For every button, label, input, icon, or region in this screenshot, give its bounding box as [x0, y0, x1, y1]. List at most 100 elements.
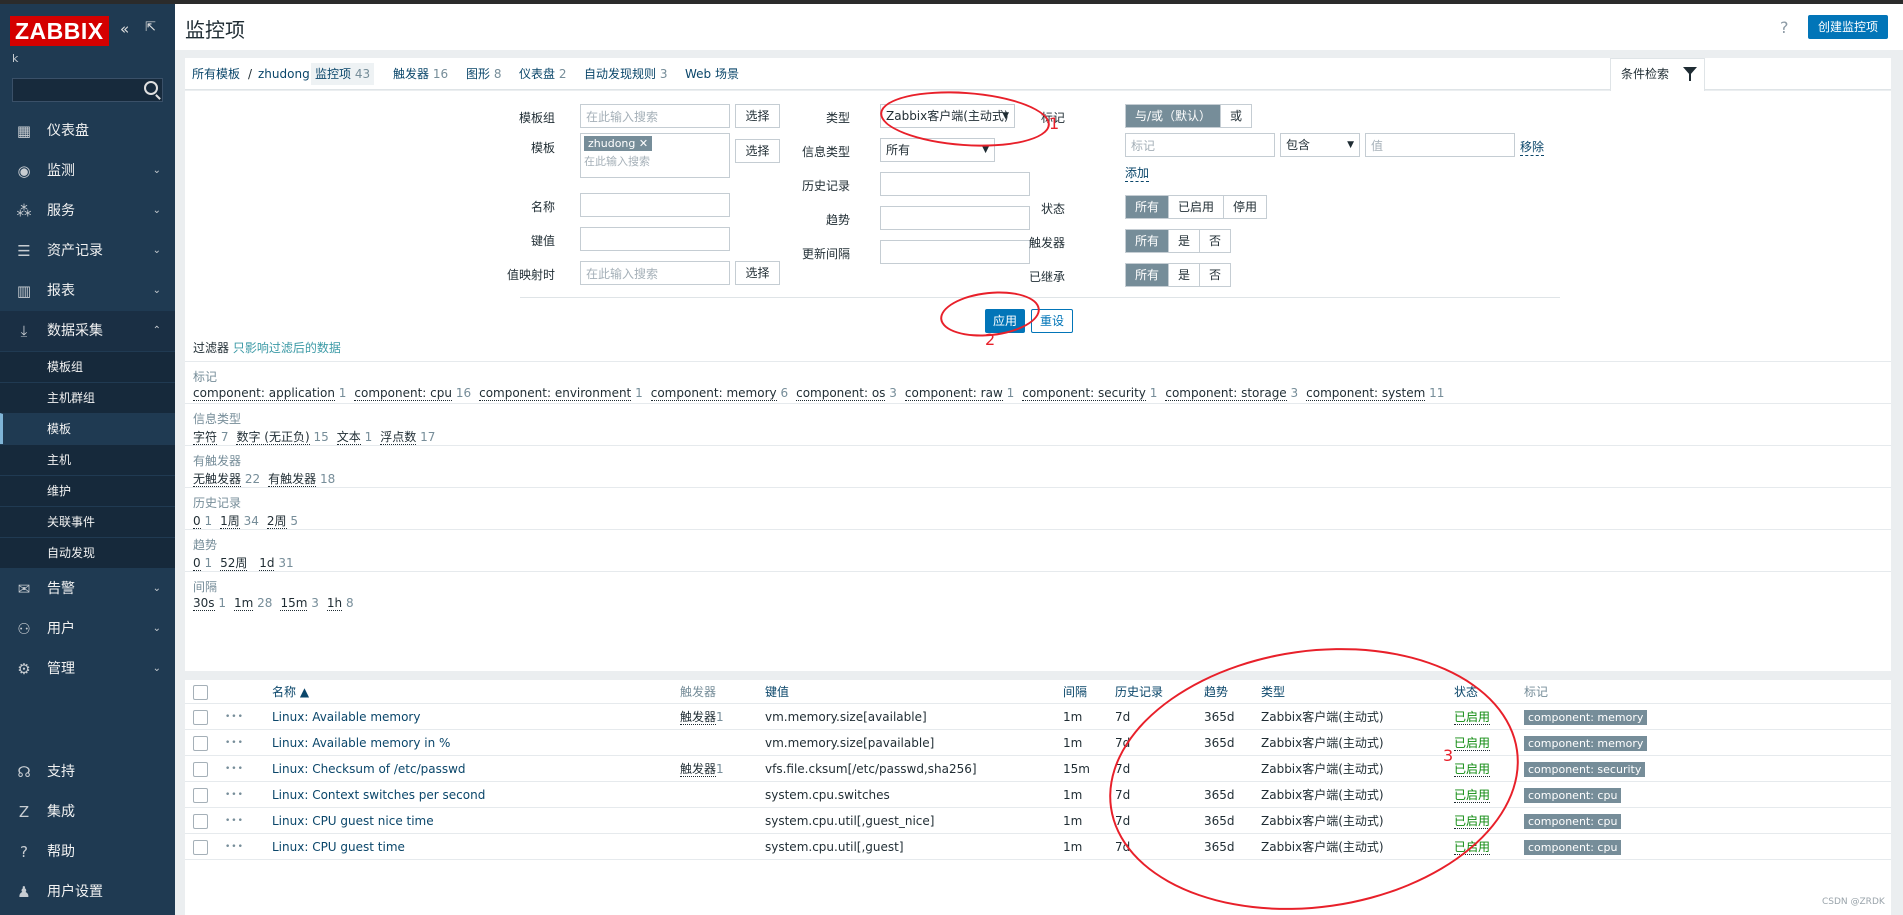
- tag-evaltype-toggle[interactable]: 与/或（默认） 或: [1125, 104, 1253, 128]
- item-name-link[interactable]: Linux: CPU guest time: [272, 840, 405, 854]
- subfilter-option-label[interactable]: 30s: [193, 596, 215, 611]
- kiosk-mode-icon[interactable]: ⇱: [145, 20, 156, 35]
- subfilter-option-label[interactable]: 15m: [280, 596, 308, 611]
- subfilter-option-label[interactable]: 52周: [220, 556, 248, 571]
- submenu-item[interactable]: 主机群组: [0, 382, 175, 413]
- more-actions-icon[interactable]: •••: [225, 705, 244, 729]
- subfilter-option-label[interactable]: 浮点数: [380, 430, 417, 445]
- tag-value-input[interactable]: 值: [1365, 133, 1515, 157]
- tag-add-link[interactable]: 添加: [1125, 164, 1150, 182]
- help-icon[interactable]: ?: [1780, 18, 1789, 37]
- subfilter-option[interactable]: 1周 34: [220, 514, 259, 529]
- inherited-no[interactable]: 否: [1200, 264, 1230, 286]
- sidebar-item-gear[interactable]: ⚙ 管理 ⌄: [0, 649, 175, 689]
- chip-remove-icon[interactable]: ✕: [639, 137, 648, 150]
- subfilter-option[interactable]: component: environment 1: [479, 386, 643, 401]
- triggers-link[interactable]: 触发器: [680, 762, 717, 777]
- subfilter-option-label[interactable]: component: security: [1022, 386, 1146, 401]
- row-checkbox[interactable]: [193, 788, 208, 803]
- collapse-sidebar-icon[interactable]: «: [120, 20, 129, 38]
- tab-items[interactable]: 监控项 43: [311, 63, 375, 85]
- subfilter-option[interactable]: 1d 31: [259, 556, 294, 571]
- submenu-item[interactable]: 主机: [0, 444, 175, 475]
- subfilter-option[interactable]: component: security 1: [1022, 386, 1157, 401]
- valuemap-input[interactable]: 在此输入搜索: [580, 261, 730, 285]
- name-input[interactable]: [580, 193, 730, 217]
- subfilter-option[interactable]: 数字 (无正负) 15: [236, 430, 329, 445]
- sidebar-item-dashboard[interactable]: ▦ 仪表盘: [0, 111, 175, 151]
- tag-mode-and-or[interactable]: 与/或（默认）: [1126, 105, 1222, 127]
- col-key[interactable]: 键值: [765, 680, 789, 704]
- subfilter-option[interactable]: component: cpu 16: [354, 386, 471, 401]
- subfilter-option-label[interactable]: 数字 (无正负): [236, 430, 310, 445]
- more-actions-icon[interactable]: •••: [225, 809, 244, 833]
- item-name-link[interactable]: Linux: CPU guest nice time: [272, 814, 434, 828]
- subfilter-option-label[interactable]: 1h: [326, 596, 343, 611]
- more-actions-icon[interactable]: •••: [225, 783, 244, 807]
- col-name[interactable]: 名称 ▲: [272, 680, 309, 704]
- tag-name-input[interactable]: 标记: [1125, 133, 1275, 157]
- inherited-toggle[interactable]: 所有 是 否: [1125, 263, 1232, 287]
- subfilter-option[interactable]: 15m 3: [280, 596, 319, 611]
- triggers-yes[interactable]: 是: [1169, 230, 1201, 252]
- subfilter-option[interactable]: component: system 11: [1306, 386, 1444, 401]
- subfilter-option[interactable]: 30s 1: [193, 596, 226, 611]
- row-checkbox[interactable]: [193, 762, 208, 777]
- sidebar-item-user[interactable]: ♟ 用户设置: [0, 872, 175, 912]
- tab-discovery-rules[interactable]: 自动发现规则 3: [584, 58, 667, 90]
- create-item-button[interactable]: 创建监控项: [1808, 15, 1889, 39]
- sidebar-item-eye[interactable]: ◉ 监测 ⌄: [0, 151, 175, 191]
- more-actions-icon[interactable]: •••: [225, 731, 244, 755]
- submenu-item[interactable]: 自动发现: [0, 537, 175, 568]
- col-history[interactable]: 历史记录: [1115, 680, 1163, 704]
- tab-graphs[interactable]: 图形 8: [466, 58, 501, 90]
- subfilter-option-label[interactable]: component: system: [1306, 386, 1426, 401]
- subfilter-option-label[interactable]: 有触发器: [268, 472, 317, 487]
- sidebar-item-integrations[interactable]: Z 集成: [0, 792, 175, 832]
- subfilter-option-label[interactable]: 字符: [193, 430, 218, 445]
- tag-mode-or[interactable]: 或: [1221, 105, 1251, 127]
- sidebar-item-headset[interactable]: ☊ 支持: [0, 752, 175, 792]
- tab-dashboards[interactable]: 仪表盘 2: [519, 58, 566, 90]
- sidebar-item-services[interactable]: ⁂ 服务 ⌄: [0, 191, 175, 231]
- template-multiselect[interactable]: zhudong ✕ 在此输入搜索: [580, 133, 730, 178]
- sidebar-item-users[interactable]: ⚇ 用户 ⌄: [0, 609, 175, 649]
- state-all[interactable]: 所有: [1126, 196, 1170, 218]
- subfilter-option-label[interactable]: 1m: [234, 596, 254, 611]
- inherited-yes[interactable]: 是: [1169, 264, 1201, 286]
- triggers-link[interactable]: 触发器: [680, 710, 717, 725]
- template-search-placeholder[interactable]: 在此输入搜索: [584, 153, 726, 169]
- subfilter-option[interactable]: 2周 5: [266, 514, 298, 529]
- subfilter-option-label[interactable]: 0: [193, 556, 201, 571]
- subfilter-option[interactable]: 0 1: [193, 556, 212, 571]
- row-checkbox[interactable]: [193, 840, 208, 855]
- submenu-item[interactable]: 模板: [0, 413, 175, 444]
- row-checkbox[interactable]: [193, 736, 208, 751]
- inherited-all[interactable]: 所有: [1126, 264, 1170, 286]
- subfilter-option[interactable]: 字符 7: [193, 430, 228, 445]
- more-actions-icon[interactable]: •••: [225, 835, 244, 859]
- sidebar-item-help[interactable]: ? 帮助: [0, 832, 175, 872]
- subfilter-option-label[interactable]: component: os: [796, 386, 886, 401]
- subfilter-option-label[interactable]: component: raw: [904, 386, 1003, 401]
- subfilter-option[interactable]: 1h 8: [326, 596, 354, 611]
- subfilter-option[interactable]: 无触发器 22: [193, 472, 260, 487]
- subfilter-option[interactable]: component: raw 1: [904, 386, 1014, 401]
- sidebar-search-input[interactable]: [12, 78, 163, 102]
- subfilter-option[interactable]: 0 1: [193, 514, 212, 529]
- item-name-link[interactable]: Linux: Available memory in %: [272, 736, 450, 750]
- subfilter-option-label[interactable]: component: memory: [650, 386, 777, 401]
- subfilter-option[interactable]: 浮点数 17: [380, 430, 435, 445]
- sidebar-item-report[interactable]: ▥ 报表 ⌄: [0, 271, 175, 311]
- col-interval[interactable]: 间隔: [1063, 680, 1087, 704]
- valuemap-select-button[interactable]: 选择: [735, 261, 780, 285]
- subfilter-option-label[interactable]: component: storage: [1165, 386, 1287, 401]
- subfilter-option-label[interactable]: 1周: [220, 514, 240, 529]
- item-name-link[interactable]: Linux: Checksum of /etc/passwd: [272, 762, 466, 776]
- tab-triggers[interactable]: 触发器 16: [393, 58, 448, 90]
- item-name-link[interactable]: Linux: Context switches per second: [272, 788, 485, 802]
- subfilter-option-label[interactable]: 0: [193, 514, 201, 529]
- breadcrumb-all-templates[interactable]: 所有模板: [192, 58, 240, 90]
- subfilter-option-label[interactable]: 文本: [336, 430, 361, 445]
- subfilter-option-label[interactable]: component: environment: [479, 386, 632, 401]
